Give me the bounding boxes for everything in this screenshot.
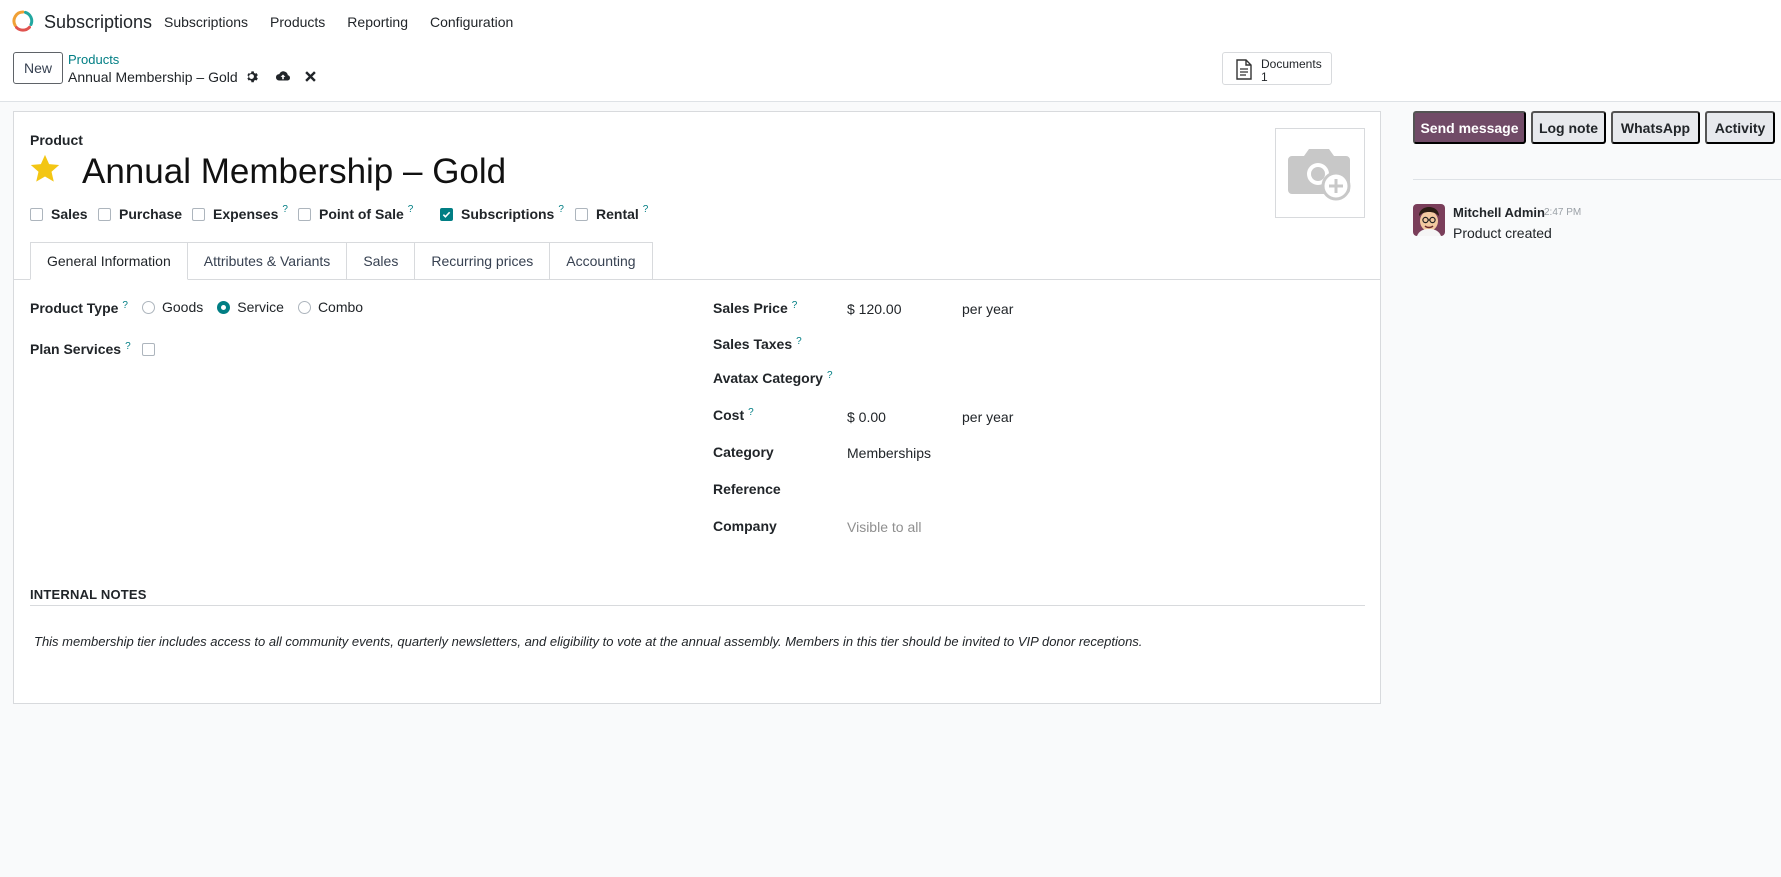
send-message-button[interactable]: Send message	[1413, 111, 1526, 144]
company-label: Company	[713, 518, 777, 534]
radio-goods[interactable]: Goods	[142, 299, 203, 315]
product-name-input[interactable]: Annual Membership – Gold	[82, 152, 506, 192]
breadcrumb-current: Annual Membership – Gold	[68, 69, 238, 85]
internal-notes-divider	[30, 605, 1365, 606]
documents-count: 1	[1261, 70, 1268, 84]
category-input[interactable]: Memberships	[847, 445, 931, 461]
main-menu: Subscriptions Products Reporting Configu…	[164, 14, 513, 30]
camera-add-icon	[1288, 149, 1351, 201]
checkbox-subscriptions[interactable]	[440, 207, 453, 221]
radio-combo[interactable]: Combo	[297, 299, 363, 315]
checkbox-expenses[interactable]	[192, 207, 205, 221]
form-sheet: Product Annual Membership – Gold Sales P…	[13, 111, 1381, 704]
avatax-category-label: Avatax Category?	[713, 370, 833, 386]
product-type-label: Product Type?	[30, 300, 128, 316]
flag-subscriptions[interactable]: Subscriptions ?	[440, 204, 564, 222]
cost-input[interactable]: $ 0.00	[847, 409, 886, 425]
notebook-tabs: General Information Attributes & Variant…	[30, 242, 653, 280]
help-tooltip-icon[interactable]: ?	[122, 300, 128, 311]
product-type-radio: Goods Service Combo	[142, 299, 363, 315]
cloud-upload-icon[interactable]	[275, 68, 291, 84]
help-tooltip-icon[interactable]: ?	[558, 204, 564, 215]
activity-button[interactable]: Activity	[1705, 111, 1775, 144]
cost-unit: per year	[962, 409, 1014, 425]
checkbox-point-of-sale[interactable]	[298, 207, 311, 221]
top-navbar: Subscriptions Subscriptions Products Rep…	[0, 0, 1781, 42]
reference-input[interactable]	[847, 479, 1047, 501]
help-tooltip-icon[interactable]: ?	[282, 204, 288, 215]
checkbox-sales[interactable]	[30, 207, 43, 221]
plan-services-label: Plan Services?	[30, 341, 131, 357]
documents-smart-button[interactable]: Documents 1	[1222, 52, 1332, 85]
breadcrumb-products[interactable]: Products	[68, 52, 119, 67]
help-tooltip-icon[interactable]: ?	[792, 300, 798, 311]
company-input[interactable]: Visible to all	[847, 519, 921, 535]
whatsapp-button[interactable]: WhatsApp	[1611, 111, 1700, 144]
help-tooltip-icon[interactable]: ?	[125, 341, 131, 352]
record-type-label: Product	[30, 132, 83, 148]
document-icon	[1236, 59, 1252, 80]
flag-expenses[interactable]: Expenses ?	[192, 204, 288, 222]
cost-label: Cost?	[713, 407, 754, 423]
reference-label: Reference	[713, 481, 781, 497]
control-panel: New Products Annual Membership – Gold Do…	[0, 42, 1781, 102]
radio-service[interactable]: Service	[217, 299, 284, 315]
avatar[interactable]	[1413, 204, 1445, 236]
flag-rental[interactable]: Rental ?	[575, 204, 649, 222]
help-tooltip-icon[interactable]: ?	[748, 407, 754, 418]
menu-products[interactable]: Products	[270, 14, 325, 30]
menu-configuration[interactable]: Configuration	[430, 14, 513, 30]
log-note-button[interactable]: Log note	[1531, 111, 1606, 144]
favorite-star-icon[interactable]	[28, 152, 62, 186]
sales-price-unit: per year	[962, 301, 1014, 317]
checkmark-icon	[442, 211, 451, 218]
flag-sales[interactable]: Sales	[30, 206, 88, 222]
help-tooltip-icon[interactable]: ?	[796, 336, 802, 347]
app-name[interactable]: Subscriptions	[44, 12, 152, 33]
tab-attributes-variants[interactable]: Attributes & Variants	[187, 242, 348, 280]
sales-price-label: Sales Price?	[713, 300, 798, 316]
internal-notes-editor[interactable]: This membership tier includes access to …	[34, 634, 1142, 649]
menu-subscriptions[interactable]: Subscriptions	[164, 14, 248, 30]
help-tooltip-icon[interactable]: ?	[827, 370, 833, 381]
sales-price-input[interactable]: $ 120.00	[847, 301, 902, 317]
tab-sales[interactable]: Sales	[347, 242, 416, 280]
flag-point-of-sale[interactable]: Point of Sale ?	[298, 204, 414, 222]
checkbox-purchase[interactable]	[98, 207, 111, 221]
discard-close-icon[interactable]	[302, 68, 318, 84]
avatax-category-input[interactable]	[847, 368, 1047, 390]
message-body: Product created	[1453, 225, 1552, 241]
flag-purchase[interactable]: Purchase	[98, 206, 182, 222]
new-button[interactable]: New	[13, 52, 63, 84]
user-avatar-icon	[1413, 204, 1445, 236]
gear-icon[interactable]	[243, 68, 259, 84]
product-image-upload[interactable]	[1275, 128, 1365, 218]
tab-general-information[interactable]: General Information	[30, 242, 188, 280]
category-label: Category	[713, 444, 774, 460]
app-logo-icon[interactable]	[12, 10, 34, 32]
help-tooltip-icon[interactable]: ?	[643, 204, 649, 215]
message-time: 2:47 PM	[1544, 207, 1582, 218]
chatter-divider	[1413, 179, 1781, 180]
sales-taxes-input[interactable]	[847, 334, 1047, 356]
documents-label: Documents	[1261, 57, 1322, 71]
message-author[interactable]: Mitchell Admin	[1453, 205, 1545, 220]
plan-services-checkbox[interactable]	[142, 343, 155, 356]
tab-recurring-prices[interactable]: Recurring prices	[415, 242, 551, 280]
sales-taxes-label: Sales Taxes?	[713, 336, 802, 352]
checkbox-rental[interactable]	[575, 207, 588, 221]
help-tooltip-icon[interactable]: ?	[408, 204, 414, 215]
menu-reporting[interactable]: Reporting	[347, 14, 408, 30]
tab-accounting[interactable]: Accounting	[550, 242, 653, 280]
internal-notes-heading: INTERNAL NOTES	[30, 587, 147, 602]
